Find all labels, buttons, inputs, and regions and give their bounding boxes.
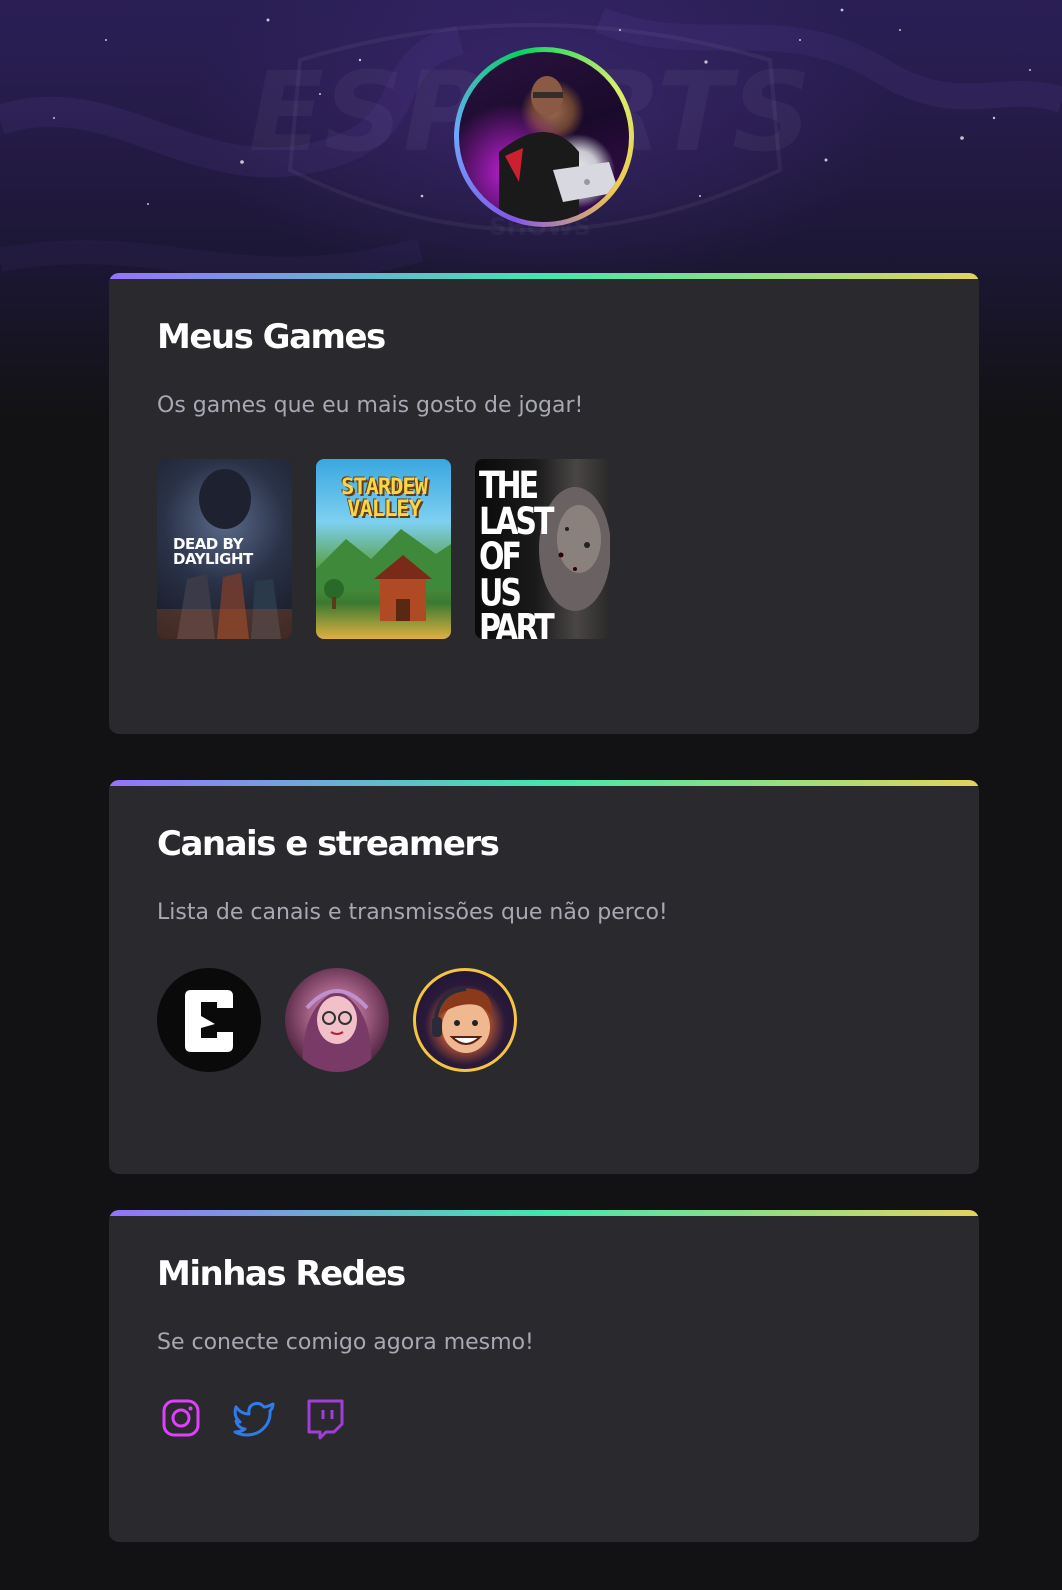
games-list: DEAD BY DAYLIGHT STARDEW VALLEY THE LAST…	[157, 459, 931, 639]
channel-avatar-2[interactable]	[285, 968, 389, 1072]
socials-card: Minhas Redes Se conecte comigo agora mes…	[109, 1210, 979, 1542]
game-dead-by-daylight[interactable]: DEAD BY DAYLIGHT	[157, 459, 292, 639]
channels-card: Canais e streamers Lista de canais e tra…	[109, 780, 979, 1174]
social-links	[157, 1398, 931, 1440]
instagram-icon	[162, 1399, 200, 1437]
twitch-icon	[307, 1399, 344, 1440]
channel-avatar-1[interactable]	[157, 968, 261, 1072]
channel-avatar-3[interactable]	[413, 968, 517, 1072]
game-title-stardew: STARDEW VALLEY	[341, 475, 428, 522]
instagram-link[interactable]	[161, 1398, 201, 1438]
twitch-link[interactable]	[305, 1398, 345, 1440]
games-title: Meus Games	[157, 317, 386, 357]
twitter-icon	[233, 1401, 275, 1437]
profile-avatar	[459, 52, 629, 222]
game-title-dbd: DEAD BY DAYLIGHT	[173, 535, 253, 568]
games-description: Os games que eu mais gosto de jogar!	[157, 393, 584, 418]
channels-title: Canais e streamers	[157, 824, 500, 864]
socials-description: Se conecte comigo agora mesmo!	[157, 1330, 534, 1355]
twitter-link[interactable]	[233, 1398, 275, 1438]
game-the-last-of-us-2[interactable]: THE LAST OF US PART II	[475, 459, 610, 639]
socials-title: Minhas Redes	[157, 1254, 406, 1294]
channels-description: Lista de canais e transmissões que não p…	[157, 900, 668, 925]
games-card: Meus Games Os games que eu mais gosto de…	[109, 273, 979, 734]
profile-avatar-ring	[454, 47, 634, 227]
channels-list	[157, 968, 931, 1072]
game-title-tlou: THE LAST OF US PART II	[479, 464, 555, 639]
game-stardew-valley[interactable]: STARDEW VALLEY	[316, 459, 451, 639]
